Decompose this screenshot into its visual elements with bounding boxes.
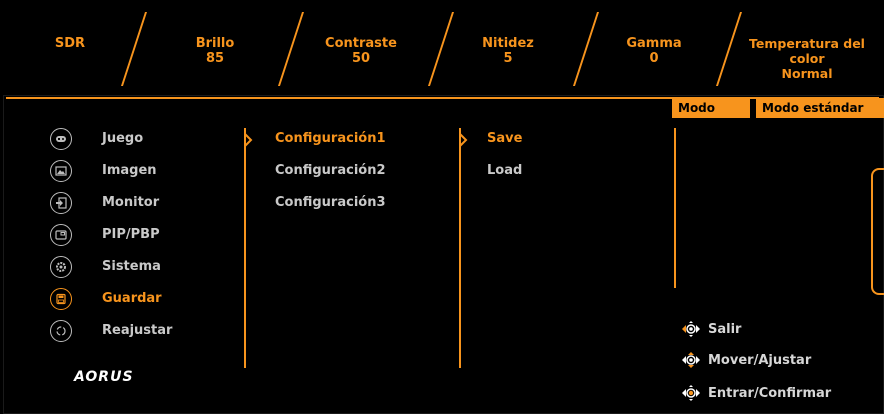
image-icon[interactable] (50, 160, 72, 182)
action-load[interactable]: Load (487, 163, 522, 178)
menu-item-pip-pbp[interactable]: PIP/PBP (102, 227, 160, 242)
submenu-item-config3[interactable]: Configuración3 (275, 195, 386, 210)
joystick-updown-icon (680, 351, 702, 369)
stat-value: 85 (205, 51, 225, 66)
nav-hint-label: Entrar/Confirmar (708, 385, 832, 401)
divider (572, 12, 600, 86)
menu-item-save[interactable]: Guardar (102, 291, 162, 306)
nav-hint-enter-confirm: Entrar/Confirmar (680, 384, 831, 402)
divider (120, 12, 148, 86)
column-divider (244, 128, 246, 368)
joystick-press-icon (680, 384, 702, 402)
stat-label: Brillo (195, 36, 235, 51)
chevron-right-icon (244, 133, 253, 147)
stat-gamma: Gamma 0 (624, 36, 684, 66)
submenu-item-config1[interactable]: Configuración1 (275, 131, 386, 146)
stat-value: 50 (351, 51, 371, 66)
chevron-right-icon (459, 133, 468, 147)
menu-item-monitor[interactable]: Monitor (102, 195, 159, 210)
stat-color-temperature: Temperatura del color Normal (732, 36, 882, 81)
nav-hint-label: Mover/Ajustar (708, 352, 812, 368)
stat-label: Contraste (325, 36, 397, 51)
nav-hint-label: Salir (708, 321, 742, 337)
gear-icon[interactable] (50, 256, 72, 278)
stat-sdr: SDR (50, 36, 90, 51)
top-status-bar: SDR Brillo 85 Contraste 50 Nitidez 5 Gam… (0, 0, 884, 95)
input-icon[interactable] (50, 192, 72, 214)
divider (277, 12, 305, 86)
stat-label: Temperatura del color (749, 36, 865, 66)
nav-hint-move-adjust: Mover/Ajustar (680, 351, 811, 369)
submenu-item-config2[interactable]: Configuración2 (275, 163, 386, 178)
divider (427, 12, 455, 86)
stat-value: 5 (503, 51, 513, 66)
stat-contrast: Contraste 50 (318, 36, 404, 66)
stat-brightness: Brillo 85 (190, 36, 240, 66)
pip-icon[interactable] (50, 224, 72, 246)
side-tab-indicator (871, 168, 884, 295)
gamepad-icon[interactable] (50, 128, 72, 150)
column-divider (674, 128, 676, 288)
menu-item-reset[interactable]: Reajustar (102, 323, 172, 338)
menu-item-system[interactable]: Sistema (102, 259, 161, 274)
stat-label: Nitidez (482, 36, 534, 51)
menu-item-game[interactable]: Juego (102, 131, 143, 146)
nav-hint-exit: Salir (680, 320, 741, 338)
stat-value: Normal (781, 66, 833, 81)
stat-sharpness: Nitidez 5 (478, 36, 538, 66)
save-icon[interactable] (50, 288, 72, 310)
reset-icon[interactable] (50, 320, 72, 342)
column-divider (459, 128, 461, 368)
joystick-left-icon (680, 320, 702, 338)
action-save[interactable]: Save (487, 131, 522, 146)
menu-item-image[interactable]: Imagen (102, 163, 157, 178)
aorus-logo: AORUS (74, 369, 134, 385)
mode-label: Modo imagen (672, 98, 750, 135)
stat-value: 0 (649, 51, 659, 66)
stat-label: Gamma (626, 36, 682, 51)
stat-sdr-label: SDR (54, 36, 86, 51)
mode-value: Modo estándar (756, 98, 884, 118)
